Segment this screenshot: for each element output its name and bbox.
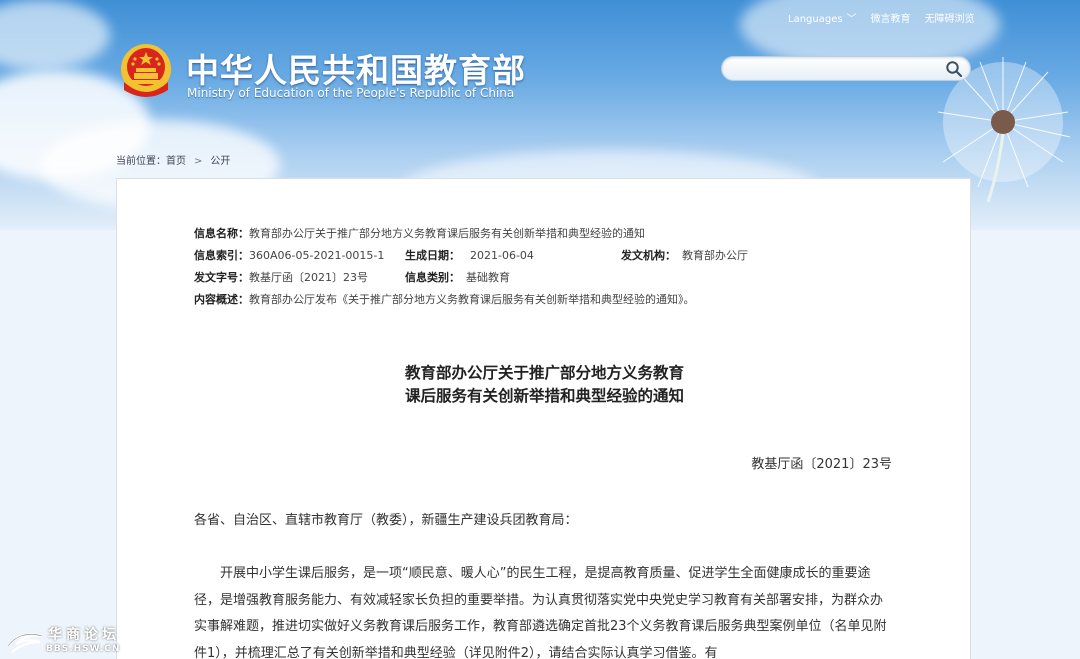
site-subtitle: Ministry of Education of the People's Re… — [187, 86, 515, 100]
weiyan-link[interactable]: 微言教育 — [871, 10, 911, 25]
document-number: 教基厅函〔2021〕23号 — [751, 457, 892, 472]
breadcrumb-home[interactable]: 首页 — [166, 156, 186, 167]
top-links: Languages ﹀ 微言教育 无障碍浏览 — [788, 10, 975, 25]
search-icon[interactable] — [945, 60, 963, 78]
meta-row-docno: 发文字号：教基厅函〔2021〕23号 — [194, 271, 368, 284]
meta-row-category: 信息类别： 基础教育 — [405, 271, 510, 284]
site-title[interactable]: 中华人民共和国教育部 — [186, 44, 526, 92]
meta-row-summary: 内容概述：教育部办公厅发布《关于推广部分地方义务教育课后服务有关创新举措和典型经… — [194, 293, 695, 306]
search-input[interactable] — [734, 60, 939, 78]
meta-row-date: 生成日期： 2021-06-04 — [405, 249, 534, 262]
breadcrumb-current[interactable]: 公开 — [210, 156, 230, 167]
forum-watermark: 华商论坛 BBS.HSW.CN — [6, 622, 136, 658]
national-emblem-icon[interactable] — [118, 42, 174, 100]
swirl-logo-icon — [7, 633, 43, 653]
body-text: 开展中小学生课后服务，是一项“顺民意、暖人心”的民生工程，是提高教育质量、促进学… — [194, 561, 894, 659]
meta-row-issuer: 发文机构： 教育部办公厅 — [621, 249, 748, 262]
languages-link[interactable]: Languages ﹀ — [788, 10, 857, 25]
breadcrumb: 当前位置：首页 > 公开 — [116, 152, 230, 167]
meta-row-name: 信息名称：教育部办公厅关于推广部分地方义务教育课后服务有关创新举措和典型经验的通… — [194, 227, 645, 240]
accessibility-link[interactable]: 无障碍浏览 — [925, 10, 975, 25]
breadcrumb-label: 当前位置： — [116, 156, 166, 167]
document-title: 教育部办公厅关于推广部分地方义务教育 课后服务有关创新举措和典型经验的通知 — [404, 364, 684, 405]
salutation: 各省、自治区、直辖市教育厅（教委），新疆生产建设兵团教育局： — [194, 513, 578, 528]
search-box — [721, 56, 971, 81]
meta-row-index: 信息索引：360A06-05-2021-0015-1 — [194, 249, 385, 262]
chevron-down-icon: ﹀ — [846, 14, 857, 25]
paragraph: 开展中小学生课后服务，是一项“顺民意、暖人心”的民生工程，是提高教育质量、促进学… — [194, 566, 887, 659]
content-panel: 信息名称：教育部办公厅关于推广部分地方义务教育课后服务有关创新举措和典型经验的通… — [116, 178, 971, 659]
chevron-right-icon: > — [194, 156, 203, 167]
